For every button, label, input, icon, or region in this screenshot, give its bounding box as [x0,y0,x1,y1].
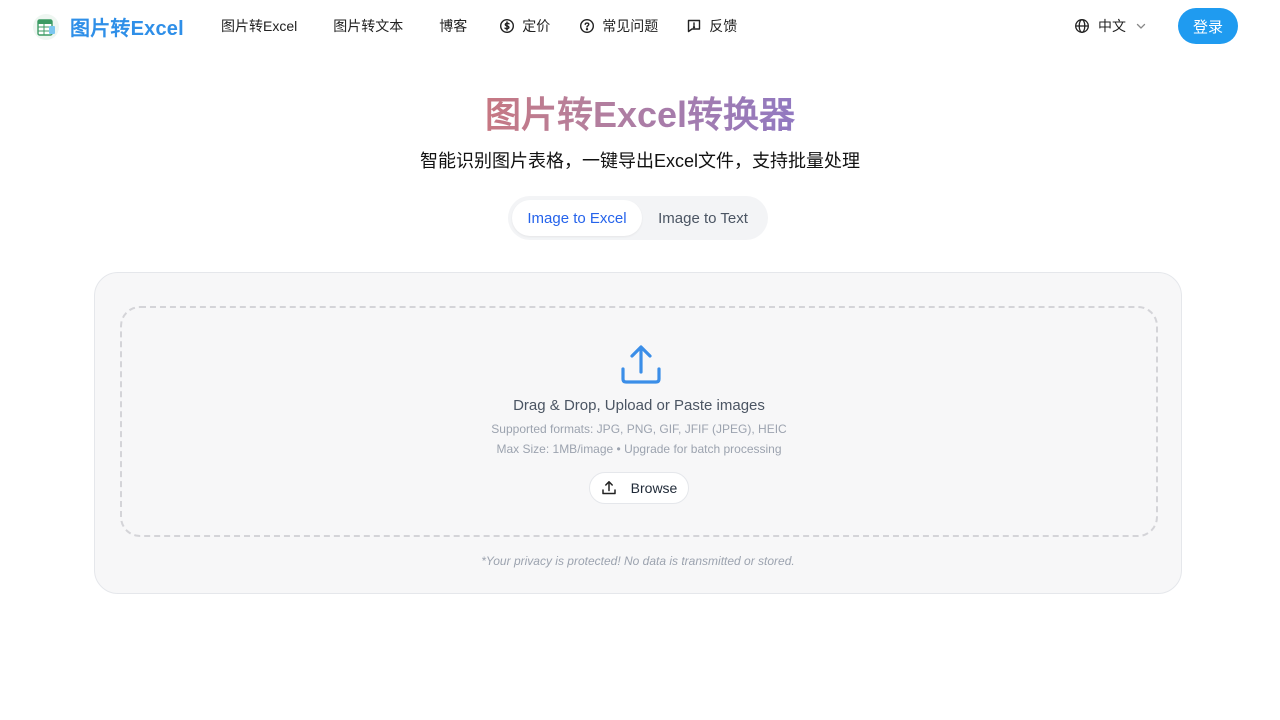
nav-label: 定价 [522,18,551,34]
upload-small-icon [601,480,617,496]
nav-label: 图片转Excel [221,18,298,34]
page-title: 图片转Excel转换器 [0,86,1280,138]
dollar-circle-icon [499,18,515,34]
nav-label: 图片转文本 [333,18,404,34]
nav-item-feedback[interactable]: 反馈 [686,16,737,36]
chevron-down-icon [1134,19,1148,33]
nav-item-image-to-excel[interactable]: 图片转Excel [221,16,297,36]
nav-label: 反馈 [709,18,738,34]
help-circle-icon [579,18,595,34]
supported-formats: Supported formats: JPG, PNG, GIF, JFIF (… [491,422,787,436]
language-label: 中文 [1098,18,1126,34]
tab-image-to-text[interactable]: Image to Text [642,200,764,236]
browse-label: Browse [630,480,678,496]
spreadsheet-logo-icon [32,13,60,41]
nav-label: 博客 [439,18,468,34]
language-selector[interactable]: 中文 [1074,16,1148,36]
nav-item-faq[interactable]: 常见问题 [579,16,658,36]
upload-icon [619,343,663,387]
top-header: 图片转Excel 图片转Excel 图片转文本 博客 定价 常见问题 反馈 中文… [0,0,1280,52]
nav-item-blog[interactable]: 博客 [439,16,467,36]
browse-button[interactable]: Browse [589,472,689,504]
globe-icon [1074,18,1090,34]
privacy-notice: *Your privacy is protected! No data is t… [481,554,795,568]
logo[interactable]: 图片转Excel [32,12,184,41]
mode-tabs: Image to Excel Image to Text [508,196,768,240]
upload-panel: Drag & Drop, Upload or Paste images Supp… [94,272,1182,594]
dropzone-instructions: Drag & Drop, Upload or Paste images [513,397,765,414]
nav-label: 常见问题 [602,18,659,34]
max-size-info: Max Size: 1MB/image • Upgrade for batch … [496,442,782,456]
logo-text: 图片转Excel [70,18,184,40]
image-dropzone[interactable]: Drag & Drop, Upload or Paste images Supp… [120,306,1158,537]
main-nav: 图片转Excel 图片转文本 博客 定价 常见问题 反馈 [221,16,737,36]
page-subtitle: 智能识别图片表格，一键导出Excel文件，支持批量处理 [419,151,860,171]
page-title-text: 图片转Excel转换器 [484,94,796,135]
message-square-icon [686,18,702,34]
nav-item-pricing[interactable]: 定价 [499,16,550,36]
nav-item-image-to-text[interactable]: 图片转文本 [333,16,403,36]
login-button[interactable]: 登录 [1178,8,1238,44]
tab-image-to-excel[interactable]: Image to Excel [512,200,642,236]
